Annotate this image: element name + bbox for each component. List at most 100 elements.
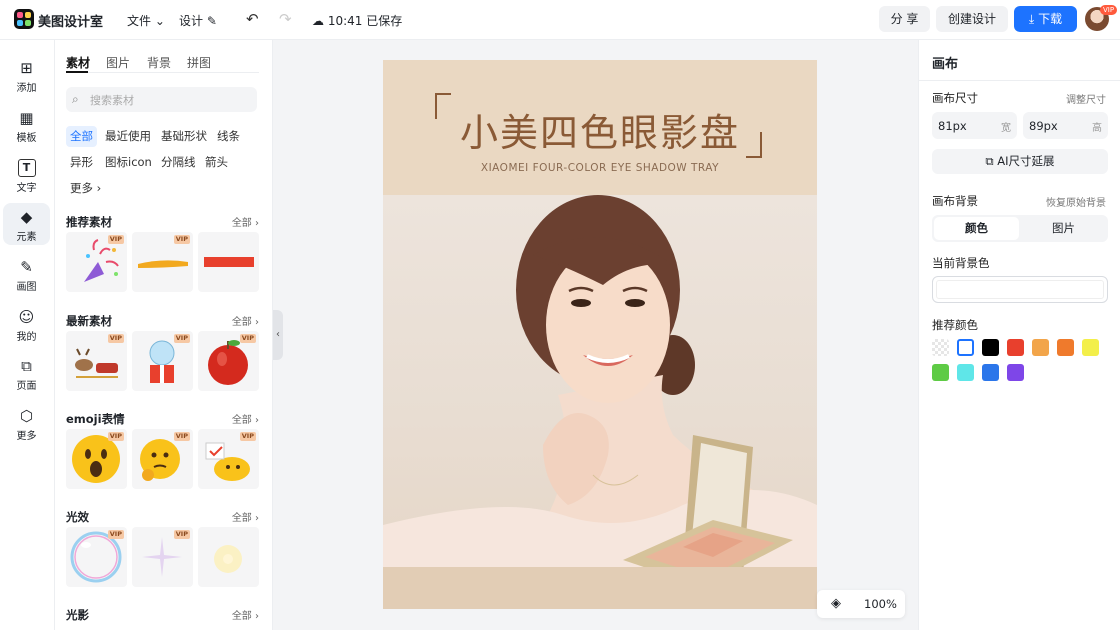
color-swatch[interactable] (982, 339, 999, 356)
canvas-footer-band (383, 567, 817, 609)
asset-snow-globe-gift[interactable]: VIP (132, 331, 193, 391)
app-name[interactable]: 美图设计室 (38, 11, 103, 30)
template-icon: ▦ (19, 109, 34, 127)
color-swatch[interactable] (932, 339, 949, 356)
bg-type-segment: 颜色 图片 (932, 215, 1108, 242)
segment-color[interactable]: 颜色 (934, 217, 1019, 240)
redo-icon[interactable]: ↷ (279, 10, 292, 28)
see-all-link[interactable]: 全部 › (232, 411, 259, 426)
design-canvas[interactable]: 小美四色眼影盘 XIAOMEI FOUR-COLOR EYE SHADOW TR… (383, 60, 817, 609)
rail-item-template[interactable]: ▦ 模板 (3, 104, 50, 146)
rail-item-mine[interactable]: ☺ 我的 (3, 303, 50, 345)
color-swatch[interactable] (932, 364, 949, 381)
edit-icon: ✎ (206, 14, 217, 28)
width-field[interactable]: 81px 宽 (932, 112, 1017, 139)
rail-item-draw[interactable]: ✎ 画图 (3, 253, 50, 295)
color-swatch[interactable] (1057, 339, 1074, 356)
chip-arrows[interactable]: 箭头 (201, 152, 232, 173)
chip-irregular[interactable]: 异形 (66, 152, 97, 173)
tab-backgrounds[interactable]: 背景 (147, 54, 171, 71)
properties-panel: 画布 画布尺寸 调整尺寸 81px 宽 89px 高 ⧉ AI尺寸延展 画布背景… (918, 40, 1120, 630)
asset-brush-stroke[interactable]: VIP (132, 232, 193, 292)
tab-underline (66, 71, 88, 73)
asset-party-popper[interactable]: VIP (66, 232, 127, 292)
color-swatch[interactable] (957, 364, 974, 381)
adjust-size-link[interactable]: 调整尺寸 (1066, 91, 1106, 106)
canvas-headline[interactable]: 小美四色眼影盘 (383, 102, 817, 157)
page-icon: ⧉ (21, 357, 32, 375)
chip-basic-shapes[interactable]: 基础形状 (157, 126, 211, 147)
color-swatch[interactable] (1032, 339, 1049, 356)
section-title: 推荐素材 (66, 215, 112, 229)
search-icon: ⌕ (72, 92, 79, 106)
see-all-link[interactable]: 全部 › (232, 313, 259, 328)
layers-icon[interactable]: ◈ (831, 596, 841, 611)
asset-emoji-shocked[interactable]: VIP (66, 429, 127, 489)
search-input[interactable]: ⌕ 搜索素材 (66, 87, 257, 112)
zoom-control[interactable]: ◈ 100% (817, 590, 905, 618)
chip-lines[interactable]: 线条 (213, 126, 244, 147)
divider (919, 80, 1120, 81)
left-rail: ⊞ 添加 ▦ 模板 T 文字 ◆ 元素 ✎ 画图 ☺ 我的 ⧉ 页面 ⬡ 更多 (0, 40, 55, 630)
chip-more[interactable]: 更多 › (66, 178, 105, 199)
asset-reindeer-sleigh[interactable]: VIP (66, 331, 127, 391)
rail-item-page[interactable]: ⧉ 页面 (3, 352, 50, 394)
text-icon: T (17, 159, 36, 177)
color-swatch[interactable] (957, 339, 974, 356)
share-button[interactable]: 分 享 (879, 6, 930, 32)
vip-badge: VIP (1100, 5, 1118, 15)
canvas-subline[interactable]: XIAOMEI FOUR-COLOR EYE SHADOW TRAY (383, 162, 817, 174)
section-title: 光影 (66, 608, 89, 622)
asset-red-bar[interactable] (198, 232, 259, 292)
asset-glow[interactable] (198, 527, 259, 587)
asset-bubble[interactable]: VIP (66, 527, 127, 587)
segment-image[interactable]: 图片 (1021, 217, 1106, 240)
tab-divider (66, 72, 259, 73)
more-cube-icon: ⬡ (19, 407, 34, 425)
download-button[interactable]: ⤓ 下载 (1014, 6, 1077, 32)
canvas-size-label: 画布尺寸 (932, 91, 978, 105)
design-menu[interactable]: 设计 ✎ (179, 12, 217, 29)
zoom-value[interactable]: 100% (864, 597, 897, 611)
undo-icon[interactable]: ↶ (246, 10, 259, 28)
color-swatch[interactable] (982, 364, 999, 381)
collapse-panel-handle[interactable]: ‹ (273, 310, 283, 360)
asset-red-apple[interactable]: VIP (198, 331, 259, 391)
height-field[interactable]: 89px 高 (1023, 112, 1108, 139)
section-light-effects: 光效 全部 › VIP VIP (66, 509, 259, 591)
color-swatch[interactable] (1007, 339, 1024, 356)
tab-materials[interactable]: 素材 (66, 54, 90, 71)
rail-item-text[interactable]: T 文字 (3, 154, 50, 196)
see-all-link[interactable]: 全部 › (232, 214, 259, 229)
search-placeholder: 搜索素材 (90, 94, 134, 107)
rail-item-more[interactable]: ⬡ 更多 (3, 402, 50, 444)
create-design-button[interactable]: 创建设计 (936, 6, 1008, 32)
rail-item-add[interactable]: ⊞ 添加 (3, 54, 50, 96)
current-bg-color-field[interactable] (932, 276, 1108, 303)
color-swatch[interactable] (1082, 339, 1099, 356)
tab-collage[interactable]: 拼图 (187, 54, 211, 71)
model-photo[interactable] (383, 195, 817, 587)
app-logo-icon[interactable] (14, 9, 34, 29)
see-all-link[interactable]: 全部 › (232, 607, 259, 622)
rail-item-elements[interactable]: ◆ 元素 (3, 203, 50, 245)
tab-images[interactable]: 图片 (106, 54, 130, 71)
chip-icons[interactable]: 图标icon (101, 152, 156, 173)
asset-emoji-chick[interactable]: VIP (198, 429, 259, 489)
color-swatch[interactable] (1007, 364, 1024, 381)
see-all-link[interactable]: 全部 › (232, 509, 259, 524)
restore-bg-link[interactable]: 恢复原始背景 (1046, 194, 1106, 209)
chip-dividers[interactable]: 分隔线 (157, 152, 200, 173)
section-emoji: emoji表情 全部 › VIP VIP VIP (66, 411, 259, 493)
portrait-illustration (383, 195, 817, 587)
section-title: emoji表情 (66, 412, 125, 426)
asset-sparkle[interactable]: VIP (132, 527, 193, 587)
chip-all[interactable]: 全部 (66, 126, 97, 147)
panel-title: 画布 (932, 57, 959, 72)
ai-extend-button[interactable]: ⧉ AI尺寸延展 (932, 149, 1108, 174)
section-latest: 最新素材 全部 › VIP VIP VIP (66, 313, 259, 395)
asset-emoji-thinking[interactable]: VIP (132, 429, 193, 489)
user-icon: ☺ (18, 308, 35, 326)
chip-recent[interactable]: 最近使用 (101, 126, 155, 147)
file-menu[interactable]: 文件 ⌄ (127, 12, 165, 29)
